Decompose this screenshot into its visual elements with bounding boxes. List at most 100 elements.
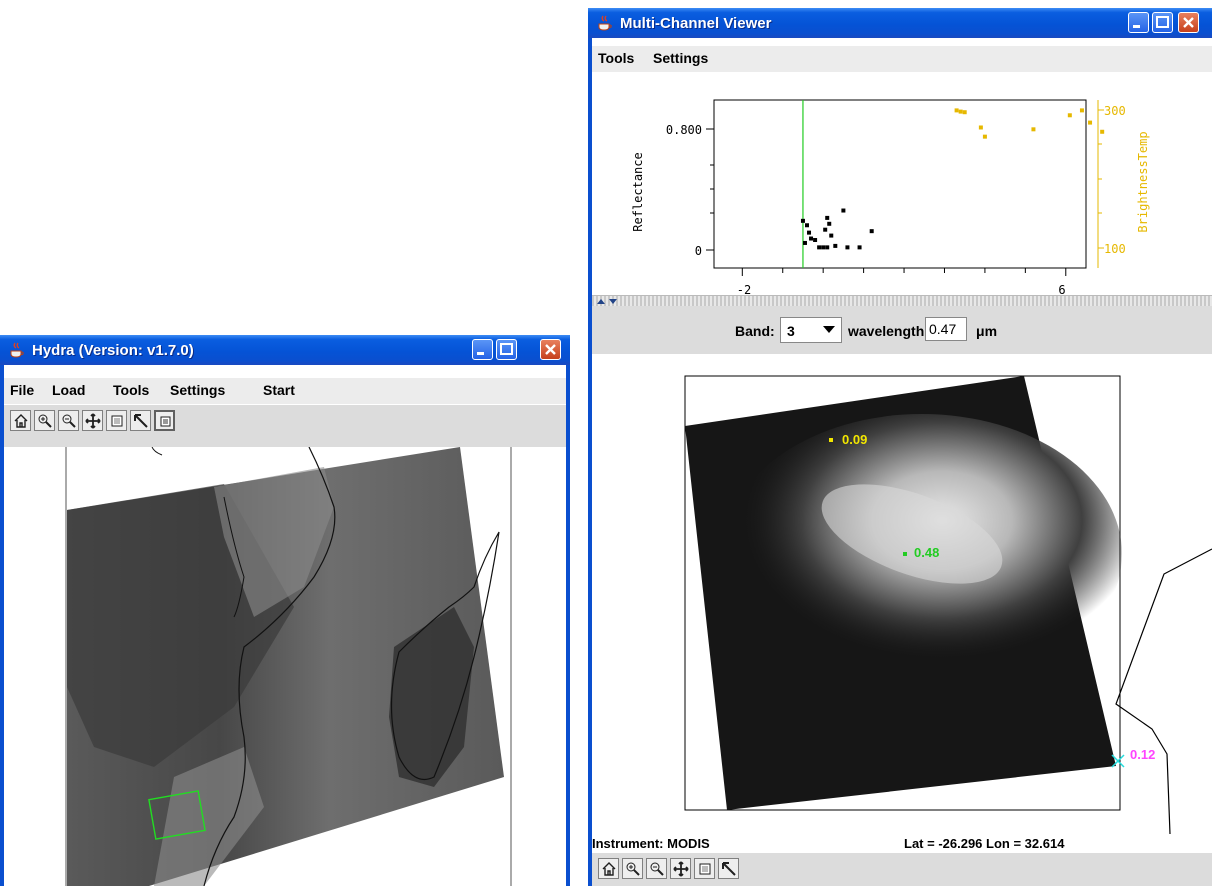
instrument-label: Instrument: MODIS (592, 836, 710, 851)
reflectance-point (821, 245, 826, 250)
minimize-icon (477, 352, 484, 355)
maximize-button[interactable] (1152, 12, 1173, 33)
maximize-icon (500, 343, 513, 355)
menu-settings[interactable]: Settings (170, 382, 225, 398)
x-tick-label-max: 6 (1058, 283, 1065, 294)
brightness-temp-point (954, 108, 959, 113)
brightness-temp-point (962, 110, 967, 115)
zoom-in-button[interactable] (622, 858, 643, 879)
reflectance-point (845, 245, 850, 250)
reflectance-point (869, 229, 874, 234)
reflectance-point (825, 245, 830, 250)
spectrum-chart[interactable]: -2 6 0.800 0 Reflectance 300 100 Brightn… (592, 72, 1212, 294)
band-label: Band: (735, 323, 775, 339)
wavelength-input[interactable] (925, 317, 967, 341)
brightness-temp-point (1100, 129, 1105, 134)
home-icon (602, 862, 616, 876)
minimize-icon (1133, 25, 1140, 28)
pan-button[interactable] (670, 858, 691, 879)
zoom-in-button[interactable] (34, 410, 55, 431)
rubberband-button[interactable] (106, 410, 127, 431)
probe-marker-green (903, 552, 907, 556)
reflectance-point (817, 245, 822, 250)
y-tick-label-bottom: 0 (695, 244, 702, 258)
close-icon (1183, 17, 1194, 28)
pointer-button[interactable] (130, 410, 151, 431)
hydra-map[interactable] (4, 447, 566, 886)
menu-file[interactable]: File (10, 382, 34, 398)
reflectance-point (827, 221, 832, 226)
menu-settings[interactable]: Settings (653, 50, 708, 66)
zoom-out-button[interactable] (646, 858, 667, 879)
y-tick-label-top: 0.800 (666, 123, 702, 137)
probe-marker-yellow (829, 438, 833, 442)
rectangle-icon (699, 863, 711, 875)
close-button[interactable] (1178, 12, 1199, 33)
probe-value-magenta: 0.12 (1130, 747, 1155, 762)
zoom-out-button[interactable] (58, 410, 79, 431)
reflectance-point (841, 208, 846, 213)
minimize-button[interactable] (1128, 12, 1149, 33)
home-button[interactable] (598, 858, 619, 879)
zoom-out-icon (650, 862, 664, 876)
reflectance-point (825, 215, 830, 220)
brightness-temp-point (978, 125, 983, 130)
brightness-temp-point (1031, 127, 1036, 132)
rubberband-button[interactable] (694, 858, 715, 879)
viewer-titlebar[interactable]: Multi-Channel Viewer (588, 8, 1212, 38)
brightness-temp-point (982, 134, 987, 139)
zoom-in-icon (38, 414, 52, 428)
y2-axis-label: BrightnessTemp (1136, 131, 1150, 232)
pan-button[interactable] (82, 410, 103, 431)
brightness-temp-point (1079, 108, 1084, 113)
band-control-bar: Band: 3 wavelength μm (592, 306, 1212, 354)
x-axis-ticks (741, 268, 1067, 276)
hydra-title: Hydra (Version: v1.7.0) (32, 342, 194, 359)
hydra-menubar: File Load Tools Settings Start (4, 378, 566, 404)
home-button[interactable] (10, 410, 31, 431)
maximize-icon (1156, 16, 1169, 28)
java-cup-icon (10, 342, 24, 358)
minimize-button[interactable] (472, 339, 493, 360)
maximize-button[interactable] (496, 339, 517, 360)
viewer-title: Multi-Channel Viewer (620, 15, 772, 32)
arrow-pointer-icon (134, 414, 148, 428)
pointer-button[interactable] (718, 858, 739, 879)
reflectance-point (857, 245, 862, 250)
zoom-out-icon (62, 414, 76, 428)
region-icon (160, 416, 171, 427)
reflectance-point (809, 236, 814, 241)
reflectance-point (829, 233, 834, 238)
zoom-in-icon (626, 862, 640, 876)
arrow-pointer-icon (722, 862, 736, 876)
viewer-menubar: Tools Settings (592, 46, 1212, 72)
brightness-temp-point (1067, 113, 1072, 118)
y2-tick-label-bottom: 100 (1104, 242, 1126, 256)
reflectance-point (807, 230, 812, 235)
brightness-temp-point (958, 109, 963, 114)
reflectance-point (813, 238, 818, 242)
menu-tools[interactable]: Tools (113, 382, 149, 398)
y-axis-label: Reflectance (631, 152, 645, 231)
hydra-titlebar[interactable]: Hydra (Version: v1.7.0) (0, 335, 570, 365)
pan-icon (85, 413, 101, 429)
status-line: Instrument: MODIS Lat = -26.296 Lon = 32… (592, 834, 1212, 852)
probe-value-green: 0.48 (914, 545, 939, 560)
reflectance-point (802, 240, 807, 245)
splitter-arrows-icon[interactable] (596, 297, 622, 305)
wavelength-unit: μm (976, 323, 998, 339)
menu-tools[interactable]: Tools (598, 50, 634, 66)
reflectance-point (823, 227, 828, 232)
close-button[interactable] (540, 339, 561, 360)
channel-image[interactable]: 0.09 0.48 0.12 (592, 354, 1212, 834)
band-select[interactable]: 3 (780, 317, 842, 343)
x-tick-label-min: -2 (737, 283, 751, 294)
y2-tick-label-top: 300 (1104, 104, 1126, 118)
menu-start[interactable]: Start (263, 382, 295, 398)
rectangle-icon (111, 415, 123, 427)
region-button[interactable] (154, 410, 175, 431)
hydra-window: Hydra (Version: v1.7.0) File Load Tools … (0, 335, 570, 886)
coastline (1115, 548, 1212, 834)
chevron-down-icon (823, 326, 835, 333)
menu-load[interactable]: Load (52, 382, 85, 398)
